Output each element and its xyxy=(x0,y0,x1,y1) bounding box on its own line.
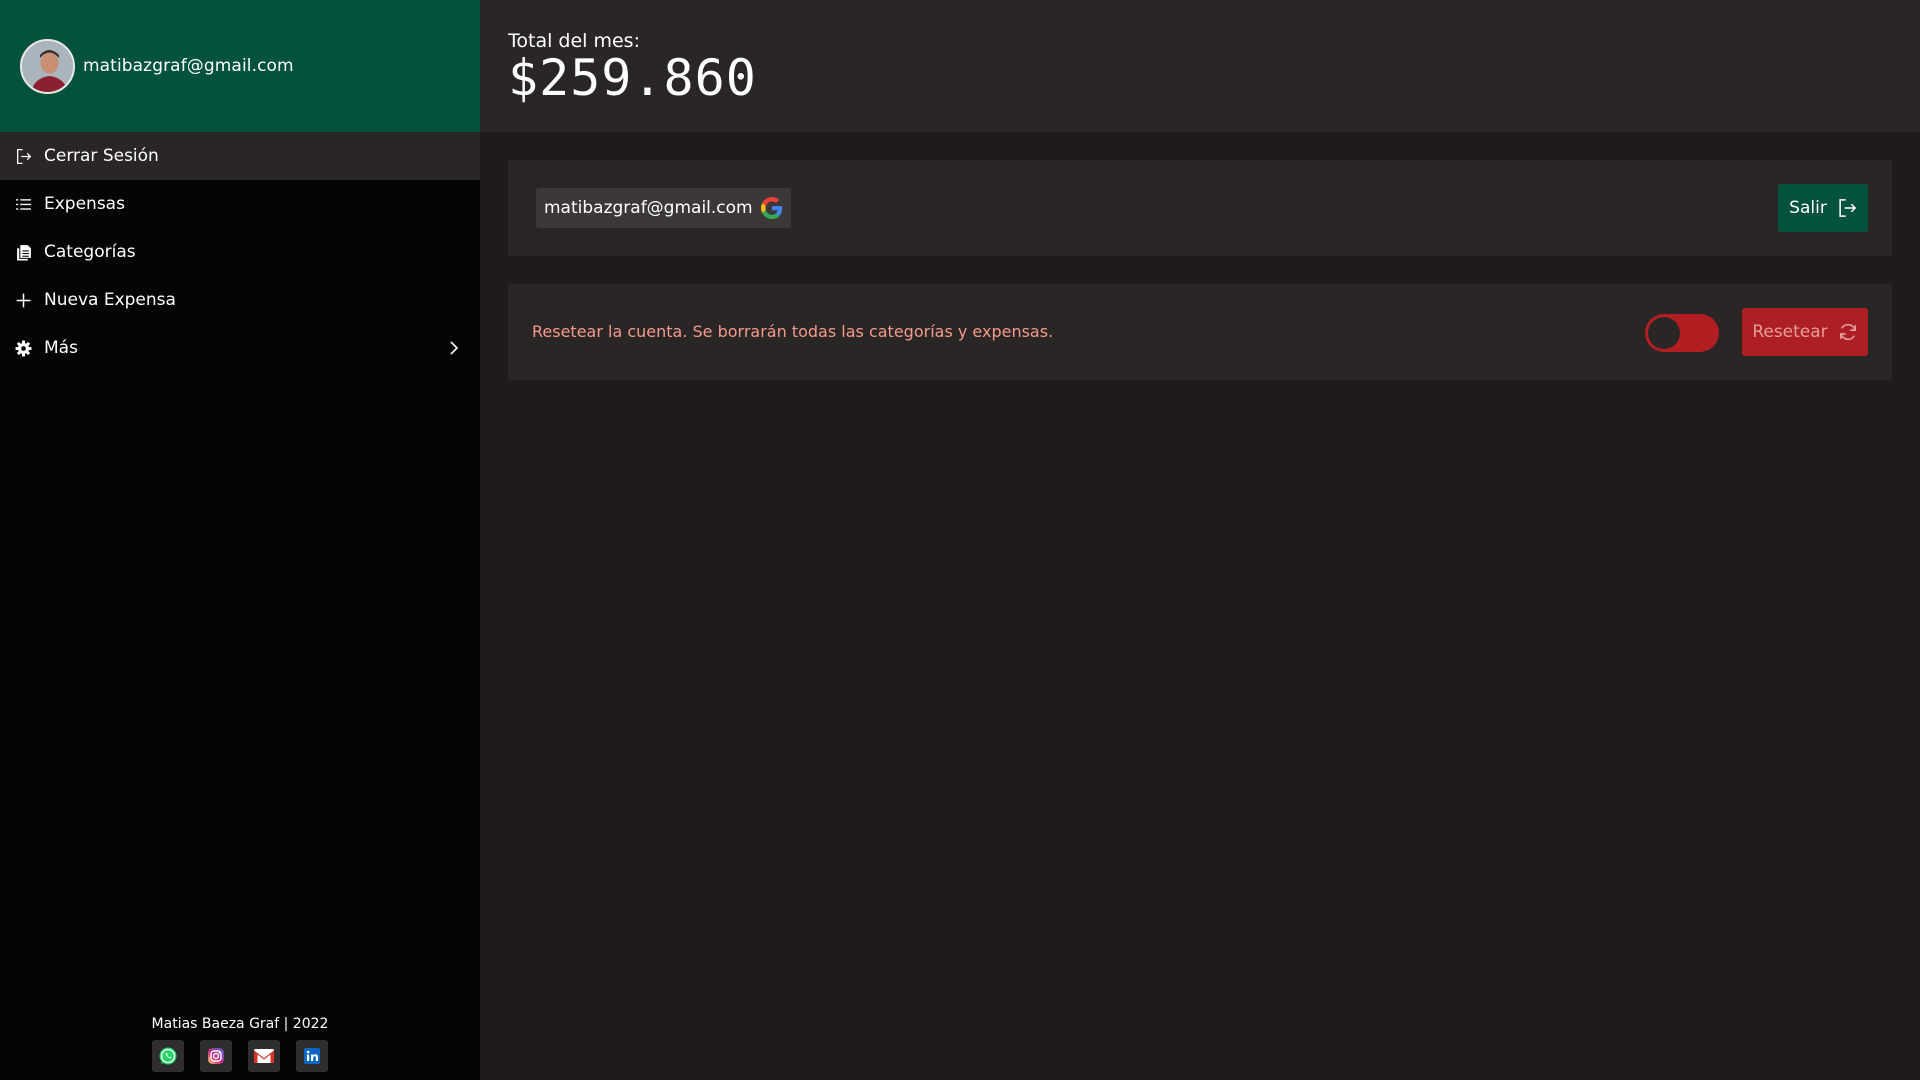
account-email: matibazgraf@gmail.com xyxy=(544,198,753,218)
sidebar-item-categorias[interactable]: Categorías xyxy=(0,228,480,276)
reset-button[interactable]: Resetear xyxy=(1742,308,1868,356)
sidebar-item-mas[interactable]: Más xyxy=(0,324,480,372)
reset-account-card: Resetear la cuenta. Se borrarán todas la… xyxy=(508,284,1892,380)
account-card: matibazgraf@gmail.com Salir xyxy=(508,160,1892,256)
sidebar-item-nueva-expensa[interactable]: Nueva Expensa xyxy=(0,276,480,324)
sidebar-item-label: Expensas xyxy=(44,194,125,214)
sidebar-item-label: Nueva Expensa xyxy=(44,290,176,310)
whatsapp-icon xyxy=(159,1047,177,1065)
toggle-knob xyxy=(1648,317,1680,349)
linkedin-icon xyxy=(304,1048,320,1064)
sidebar: matibazgraf@gmail.com Cerrar Sesión Expe… xyxy=(0,0,480,1080)
main-content: Total del mes: $259.860 matibazgraf@gmai… xyxy=(480,0,1920,1080)
refresh-icon xyxy=(1839,323,1856,341)
summary-header: Total del mes: $259.860 xyxy=(480,0,1920,132)
list-icon xyxy=(14,195,32,213)
logout-button-label: Salir xyxy=(1789,198,1827,218)
footer-credit: Matias Baeza Graf | 2022 xyxy=(151,1016,329,1032)
reset-confirm-toggle[interactable] xyxy=(1645,314,1719,352)
google-icon xyxy=(760,197,782,219)
instagram-icon xyxy=(208,1048,224,1064)
account-email-chip: matibazgraf@gmail.com xyxy=(536,188,791,228)
sidebar-item-expensas[interactable]: Expensas xyxy=(0,180,480,228)
chevron-right-icon[interactable] xyxy=(444,338,464,358)
reset-warning-text: Resetear la cuenta. Se borrarán todas la… xyxy=(532,322,1054,341)
sidebar-footer: Matias Baeza Graf | 2022 xyxy=(0,1016,480,1072)
gmail-link[interactable] xyxy=(248,1040,280,1072)
sidebar-item-cerrar-sesion[interactable]: Cerrar Sesión xyxy=(0,132,480,180)
avatar[interactable] xyxy=(20,38,75,94)
plus-icon xyxy=(14,291,32,309)
instagram-link[interactable] xyxy=(200,1040,232,1072)
social-links xyxy=(0,1040,480,1072)
whatsapp-link[interactable] xyxy=(152,1040,184,1072)
files-icon xyxy=(14,243,32,261)
sidebar-item-label: Categorías xyxy=(44,242,136,262)
logout-button[interactable]: Salir xyxy=(1778,184,1868,232)
gear-icon xyxy=(14,339,32,357)
linkedin-link[interactable] xyxy=(296,1040,328,1072)
user-email: matibazgraf@gmail.com xyxy=(83,56,294,76)
total-value: $259.860 xyxy=(508,49,757,107)
sidebar-item-label: Más xyxy=(44,338,78,358)
gmail-icon xyxy=(254,1049,274,1063)
sidebar-menu: Cerrar Sesión Expensas Categorías Nueva … xyxy=(0,132,480,372)
logout-icon xyxy=(1839,199,1857,217)
reset-button-label: Resetear xyxy=(1752,322,1828,342)
sidebar-item-label: Cerrar Sesión xyxy=(44,146,159,166)
logout-icon xyxy=(14,147,32,165)
sidebar-header: matibazgraf@gmail.com xyxy=(0,0,480,132)
